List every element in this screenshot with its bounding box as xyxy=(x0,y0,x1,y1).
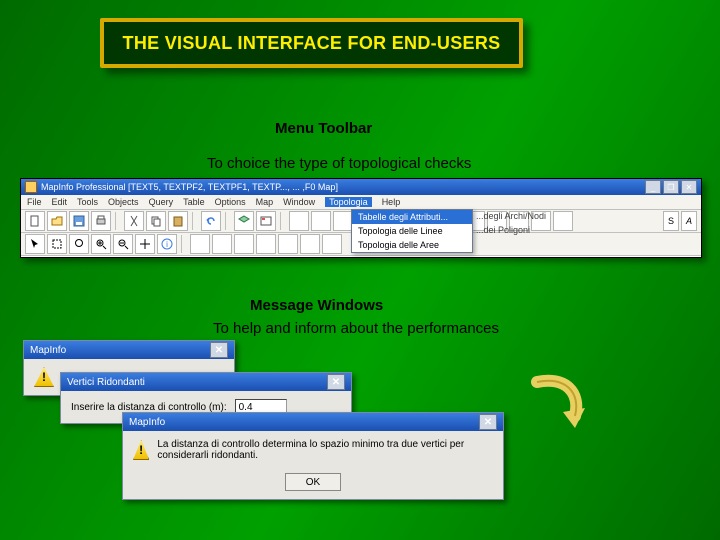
warning-icon xyxy=(133,440,149,460)
tool-generic-icon[interactable] xyxy=(553,211,573,231)
tool-marquee-icon[interactable] xyxy=(47,234,67,254)
message-box-3: MapInfo ✕ La distanza di controllo deter… xyxy=(122,412,504,500)
curved-arrow-icon xyxy=(525,372,585,432)
annotation-archi: ...degli Archi/Nodi xyxy=(476,209,546,223)
minimize-button[interactable]: _ xyxy=(645,180,661,194)
tool-pan-icon[interactable] xyxy=(135,234,155,254)
tool-legend-icon[interactable] xyxy=(256,211,276,231)
menu-table[interactable]: Table xyxy=(183,197,205,207)
message-box-3-title: MapInfo xyxy=(129,417,165,428)
maximize-button[interactable]: ❐ xyxy=(663,180,679,194)
close-button[interactable]: ✕ xyxy=(681,180,697,194)
tool-lasso-icon[interactable] xyxy=(69,234,89,254)
topologia-dropdown: Tabelle degli Attributi... Topologia del… xyxy=(351,209,473,253)
message-box-2-titlebar: Vertici Ridondanti ✕ xyxy=(61,373,351,391)
dropdown-annotations: ...degli Archi/Nodi ...dei Poligoni xyxy=(476,209,546,237)
slide-title-frame: THE VISUAL INTERFACE FOR END-USERS xyxy=(100,18,523,68)
tool-copy-icon[interactable] xyxy=(146,211,166,231)
section-sub-menu-toolbar: To choice the type of topological checks xyxy=(207,155,471,172)
mapinfo-window: MapInfo Professional [TEXT5, TEXTPF2, TE… xyxy=(20,178,702,258)
dropdown-item-tabelle[interactable]: Tabelle degli Attributi... xyxy=(352,210,472,224)
mapinfo-logo-icon xyxy=(25,181,37,193)
message-box-3-text: La distanza di controllo determina lo sp… xyxy=(157,439,493,461)
tool-zoom-in-icon[interactable] xyxy=(91,234,111,254)
menu-map[interactable]: Map xyxy=(256,197,274,207)
tool-info-icon[interactable]: i xyxy=(157,234,177,254)
mapinfo-titlebar: MapInfo Professional [TEXT5, TEXTPF2, TE… xyxy=(21,179,701,195)
section-heading-message-windows: Message Windows xyxy=(250,297,383,314)
ok-button[interactable]: OK xyxy=(285,473,341,491)
menu-file[interactable]: File xyxy=(27,197,42,207)
tool-generic-icon[interactable] xyxy=(289,211,309,231)
tool-undo-icon[interactable] xyxy=(201,211,221,231)
mapinfo-title-text: MapInfo Professional [TEXT5, TEXTPF2, TE… xyxy=(41,182,338,192)
tool-layers-icon[interactable] xyxy=(234,211,254,231)
menu-help[interactable]: Help xyxy=(382,197,401,207)
message-box-2-title: Vertici Ridondanti xyxy=(67,377,145,388)
message-box-1-title: MapInfo xyxy=(30,345,66,356)
tool-generic-icon[interactable] xyxy=(278,234,298,254)
close-icon[interactable]: ✕ xyxy=(479,414,497,430)
tool-save-icon[interactable] xyxy=(69,211,89,231)
tool-generic-icon[interactable] xyxy=(212,234,232,254)
dropdown-item-aree[interactable]: Topologia delle Aree xyxy=(352,238,472,252)
tool-generic-icon[interactable] xyxy=(234,234,254,254)
tool-generic-icon[interactable] xyxy=(322,234,342,254)
tool-generic-icon[interactable] xyxy=(190,234,210,254)
tool-paste-icon[interactable] xyxy=(168,211,188,231)
menu-edit[interactable]: Edit xyxy=(52,197,68,207)
message-box-2-text: Inserire la distanza di controllo (m): xyxy=(71,402,227,413)
tool-generic-icon[interactable] xyxy=(256,234,276,254)
tool-generic-icon[interactable] xyxy=(300,234,320,254)
tool-print-icon[interactable] xyxy=(91,211,111,231)
message-box-3-titlebar: MapInfo ✕ xyxy=(123,413,503,431)
menu-tools[interactable]: Tools xyxy=(77,197,98,207)
tool-new-icon[interactable] xyxy=(25,211,45,231)
menu-objects[interactable]: Objects xyxy=(108,197,139,207)
slide-title: THE VISUAL INTERFACE FOR END-USERS xyxy=(123,33,501,54)
tool-label-s[interactable]: S xyxy=(663,211,679,231)
menu-window[interactable]: Window xyxy=(283,197,315,207)
dropdown-item-linee[interactable]: Topologia delle Linee xyxy=(352,224,472,238)
tool-zoom-out-icon[interactable] xyxy=(113,234,133,254)
tool-open-icon[interactable] xyxy=(47,211,67,231)
menu-query[interactable]: Query xyxy=(149,197,174,207)
tool-generic-icon[interactable] xyxy=(311,211,331,231)
tool-generic-icon[interactable] xyxy=(333,211,353,231)
tool-pointer-icon[interactable] xyxy=(25,234,45,254)
menu-topologia[interactable]: Topologia xyxy=(325,197,372,207)
menu-options[interactable]: Options xyxy=(215,197,246,207)
section-sub-message-windows: To help and inform about the performance… xyxy=(213,320,499,337)
message-box-1-titlebar: MapInfo ✕ xyxy=(24,341,234,359)
svg-text:i: i xyxy=(166,240,168,249)
warning-icon xyxy=(34,367,54,387)
mapinfo-menubar: File Edit Tools Objects Query Table Opti… xyxy=(21,195,701,210)
tool-label-a[interactable]: A xyxy=(681,211,697,231)
section-heading-menu-toolbar: Menu Toolbar xyxy=(275,120,372,137)
annotation-poligoni: ...dei Poligoni xyxy=(476,223,546,237)
close-icon[interactable]: ✕ xyxy=(327,374,345,390)
close-icon[interactable]: ✕ xyxy=(210,342,228,358)
tool-cut-icon[interactable] xyxy=(124,211,144,231)
